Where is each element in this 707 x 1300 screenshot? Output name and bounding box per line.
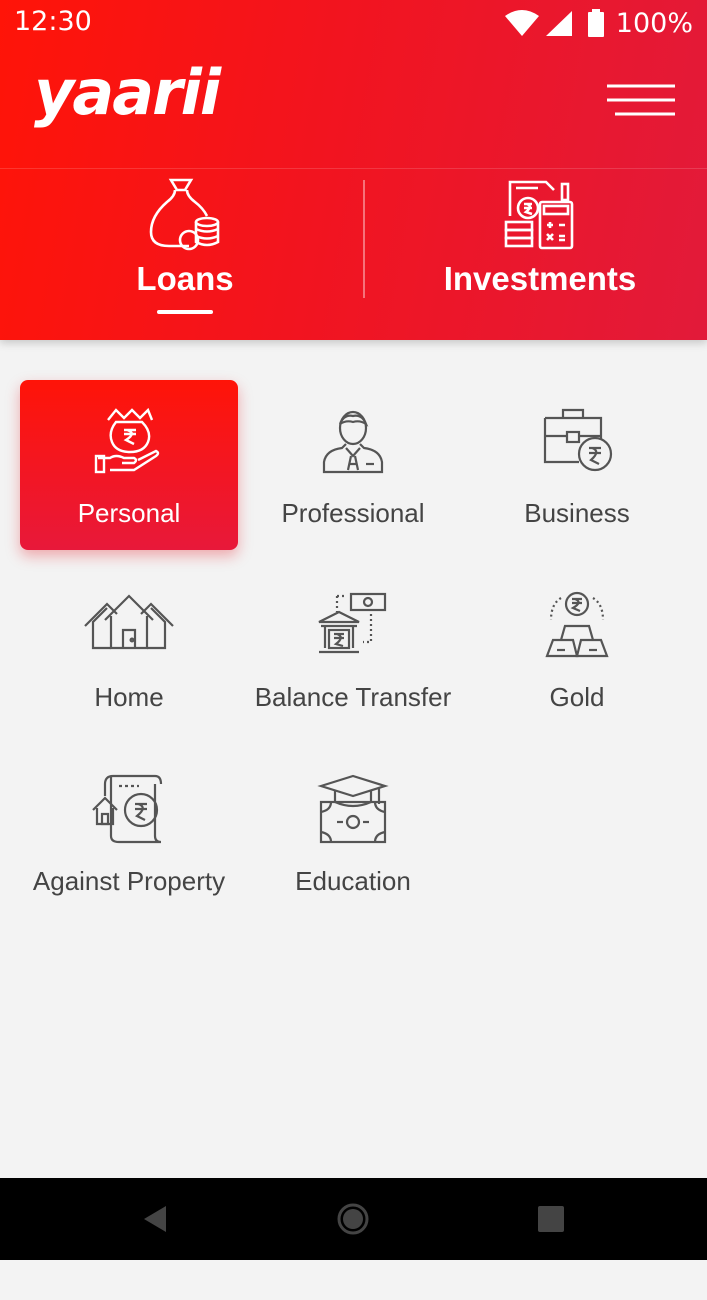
briefcase-rupee-icon [543,408,613,472]
bank-transfer-icon [318,592,387,654]
loan-tile-label: Education [295,866,411,896]
loan-tile-professional[interactable]: Professional [244,380,462,550]
header-divider [0,168,707,169]
loan-tile-gold[interactable]: Gold [468,564,686,734]
loan-tile-label: Personal [77,498,181,528]
loan-tile-label: Against Property [32,866,226,896]
loan-tile-personal[interactable]: Personal [20,380,238,550]
system-navigation-bar [0,1178,707,1260]
bottom-strip [0,1260,707,1300]
status-icons: 100% [504,6,693,40]
back-icon[interactable] [138,1202,172,1236]
loan-tile-label: Business [524,498,630,528]
home-icon[interactable] [335,1202,371,1238]
status-time: 12:30 [14,6,92,37]
loan-tile-business[interactable]: Business [468,380,686,550]
loan-tile-label: Professional [281,498,425,528]
houses-icon [84,594,174,650]
graduation-cap-icon [317,774,389,844]
signal-icon [545,11,572,36]
battery-icon [587,9,604,37]
hamburger-menu-button[interactable] [600,80,680,124]
tab-active-indicator [157,310,213,314]
property-document-icon [92,774,163,844]
tab-investments-label: Investments [443,260,637,297]
loan-tile-home[interactable]: Home [20,564,238,734]
gold-bars-icon [545,591,609,658]
brand-logo: yaarii [34,56,221,129]
money-bag-coins-icon [149,178,220,251]
tab-separator [363,180,365,298]
tab-investments[interactable]: Investments [410,172,670,332]
calculator-document-icon [504,180,574,250]
professional-person-icon [322,410,384,474]
hamburger-menu-icon [607,84,675,116]
loan-tile-label: Gold [549,682,605,712]
loan-tile-education[interactable]: Education [244,748,462,918]
wifi-icon [504,10,539,36]
status-bar: 12:30 100% [0,0,707,46]
app-header: 12:30 100% yaarii Loans Investments [0,0,707,340]
loan-tile-label: Home [94,682,164,712]
tab-loans-label: Loans [136,260,234,297]
loan-tile-against-property[interactable]: Against Property [20,748,238,918]
loan-tile-label: Balance Transfer [254,682,452,712]
tab-loans[interactable]: Loans [60,172,310,332]
hand-money-bag-icon [94,407,160,474]
recents-icon[interactable] [536,1202,566,1236]
loan-tile-balance-transfer[interactable]: Balance Transfer [244,564,462,734]
battery-percentage: 100% [615,7,693,39]
